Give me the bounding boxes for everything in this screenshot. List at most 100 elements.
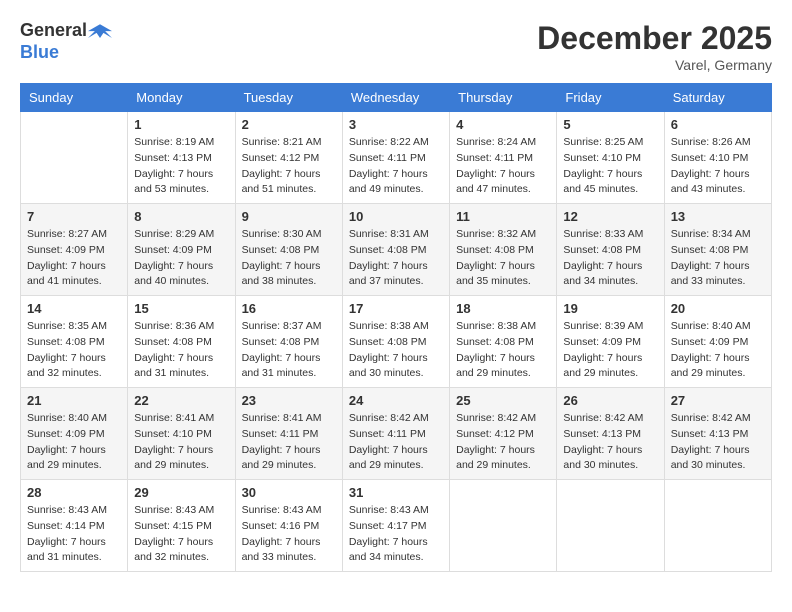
table-row: 1 Sunrise: 8:19 AM Sunset: 4:13 PM Dayli… xyxy=(128,112,235,204)
day-number: 18 xyxy=(456,301,550,316)
sunset-text: Sunset: 4:15 PM xyxy=(134,520,212,532)
daylight-text: Daylight: 7 hours and 43 minutes. xyxy=(671,168,750,196)
calendar-week-4: 21 Sunrise: 8:40 AM Sunset: 4:09 PM Dayl… xyxy=(21,388,772,480)
sunset-text: Sunset: 4:14 PM xyxy=(27,520,105,532)
sunrise-text: Sunrise: 8:21 AM xyxy=(242,136,322,148)
sunset-text: Sunset: 4:09 PM xyxy=(27,244,105,256)
sunset-text: Sunset: 4:17 PM xyxy=(349,520,427,532)
logo-blue: Blue xyxy=(20,42,59,62)
sunrise-text: Sunrise: 8:37 AM xyxy=(242,320,322,332)
sunrise-text: Sunrise: 8:42 AM xyxy=(456,412,536,424)
sunrise-text: Sunrise: 8:26 AM xyxy=(671,136,751,148)
day-info: Sunrise: 8:40 AM Sunset: 4:09 PM Dayligh… xyxy=(27,411,121,474)
day-number: 17 xyxy=(349,301,443,316)
sunrise-text: Sunrise: 8:27 AM xyxy=(27,228,107,240)
day-number: 9 xyxy=(242,209,336,224)
day-info: Sunrise: 8:43 AM Sunset: 4:14 PM Dayligh… xyxy=(27,503,121,566)
sunrise-text: Sunrise: 8:34 AM xyxy=(671,228,751,240)
sunrise-text: Sunrise: 8:43 AM xyxy=(349,504,429,516)
sunset-text: Sunset: 4:08 PM xyxy=(456,244,534,256)
sunrise-text: Sunrise: 8:38 AM xyxy=(349,320,429,332)
day-number: 5 xyxy=(563,117,657,132)
day-number: 3 xyxy=(349,117,443,132)
sunset-text: Sunset: 4:11 PM xyxy=(349,428,426,440)
sunrise-text: Sunrise: 8:42 AM xyxy=(671,412,751,424)
day-info: Sunrise: 8:27 AM Sunset: 4:09 PM Dayligh… xyxy=(27,227,121,290)
table-row: 16 Sunrise: 8:37 AM Sunset: 4:08 PM Dayl… xyxy=(235,296,342,388)
sunset-text: Sunset: 4:12 PM xyxy=(242,152,320,164)
header-sunday: Sunday xyxy=(21,84,128,112)
day-info: Sunrise: 8:41 AM Sunset: 4:11 PM Dayligh… xyxy=(242,411,336,474)
sunrise-text: Sunrise: 8:39 AM xyxy=(563,320,643,332)
day-info: Sunrise: 8:24 AM Sunset: 4:11 PM Dayligh… xyxy=(456,135,550,198)
calendar-table: Sunday Monday Tuesday Wednesday Thursday… xyxy=(20,83,772,572)
table-row xyxy=(664,480,771,572)
day-info: Sunrise: 8:43 AM Sunset: 4:16 PM Dayligh… xyxy=(242,503,336,566)
table-row: 20 Sunrise: 8:40 AM Sunset: 4:09 PM Dayl… xyxy=(664,296,771,388)
daylight-text: Daylight: 7 hours and 53 minutes. xyxy=(134,168,213,196)
table-row: 5 Sunrise: 8:25 AM Sunset: 4:10 PM Dayli… xyxy=(557,112,664,204)
sunrise-text: Sunrise: 8:30 AM xyxy=(242,228,322,240)
header-thursday: Thursday xyxy=(450,84,557,112)
sunset-text: Sunset: 4:11 PM xyxy=(242,428,319,440)
day-info: Sunrise: 8:39 AM Sunset: 4:09 PM Dayligh… xyxy=(563,319,657,382)
day-info: Sunrise: 8:26 AM Sunset: 4:10 PM Dayligh… xyxy=(671,135,765,198)
table-row: 28 Sunrise: 8:43 AM Sunset: 4:14 PM Dayl… xyxy=(21,480,128,572)
daylight-text: Daylight: 7 hours and 37 minutes. xyxy=(349,260,428,288)
day-number: 16 xyxy=(242,301,336,316)
daylight-text: Daylight: 7 hours and 32 minutes. xyxy=(27,352,106,380)
table-row: 3 Sunrise: 8:22 AM Sunset: 4:11 PM Dayli… xyxy=(342,112,449,204)
table-row: 19 Sunrise: 8:39 AM Sunset: 4:09 PM Dayl… xyxy=(557,296,664,388)
sunset-text: Sunset: 4:10 PM xyxy=(671,152,749,164)
logo: General Blue xyxy=(20,20,113,63)
daylight-text: Daylight: 7 hours and 29 minutes. xyxy=(349,444,428,472)
sunset-text: Sunset: 4:16 PM xyxy=(242,520,320,532)
day-info: Sunrise: 8:42 AM Sunset: 4:13 PM Dayligh… xyxy=(671,411,765,474)
day-info: Sunrise: 8:35 AM Sunset: 4:08 PM Dayligh… xyxy=(27,319,121,382)
day-number: 26 xyxy=(563,393,657,408)
header-monday: Monday xyxy=(128,84,235,112)
table-row: 15 Sunrise: 8:36 AM Sunset: 4:08 PM Dayl… xyxy=(128,296,235,388)
daylight-text: Daylight: 7 hours and 49 minutes. xyxy=(349,168,428,196)
day-number: 11 xyxy=(456,209,550,224)
table-row: 29 Sunrise: 8:43 AM Sunset: 4:15 PM Dayl… xyxy=(128,480,235,572)
day-number: 19 xyxy=(563,301,657,316)
page-header: General Blue December 2025 Varel, German… xyxy=(20,20,772,73)
sunset-text: Sunset: 4:09 PM xyxy=(671,336,749,348)
sunset-text: Sunset: 4:08 PM xyxy=(242,244,320,256)
day-number: 14 xyxy=(27,301,121,316)
sunset-text: Sunset: 4:09 PM xyxy=(563,336,641,348)
daylight-text: Daylight: 7 hours and 29 minutes. xyxy=(456,352,535,380)
sunrise-text: Sunrise: 8:40 AM xyxy=(27,412,107,424)
sunrise-text: Sunrise: 8:38 AM xyxy=(456,320,536,332)
day-info: Sunrise: 8:38 AM Sunset: 4:08 PM Dayligh… xyxy=(349,319,443,382)
day-number: 12 xyxy=(563,209,657,224)
daylight-text: Daylight: 7 hours and 29 minutes. xyxy=(134,444,213,472)
daylight-text: Daylight: 7 hours and 31 minutes. xyxy=(27,536,106,564)
sunrise-text: Sunrise: 8:31 AM xyxy=(349,228,429,240)
day-number: 15 xyxy=(134,301,228,316)
day-info: Sunrise: 8:42 AM Sunset: 4:13 PM Dayligh… xyxy=(563,411,657,474)
sunset-text: Sunset: 4:13 PM xyxy=(134,152,212,164)
day-number: 25 xyxy=(456,393,550,408)
title-block: December 2025 Varel, Germany xyxy=(537,20,772,73)
header-saturday: Saturday xyxy=(664,84,771,112)
table-row: 22 Sunrise: 8:41 AM Sunset: 4:10 PM Dayl… xyxy=(128,388,235,480)
daylight-text: Daylight: 7 hours and 51 minutes. xyxy=(242,168,321,196)
table-row: 30 Sunrise: 8:43 AM Sunset: 4:16 PM Dayl… xyxy=(235,480,342,572)
sunset-text: Sunset: 4:11 PM xyxy=(456,152,533,164)
daylight-text: Daylight: 7 hours and 29 minutes. xyxy=(563,352,642,380)
day-info: Sunrise: 8:42 AM Sunset: 4:11 PM Dayligh… xyxy=(349,411,443,474)
calendar-week-5: 28 Sunrise: 8:43 AM Sunset: 4:14 PM Dayl… xyxy=(21,480,772,572)
daylight-text: Daylight: 7 hours and 34 minutes. xyxy=(563,260,642,288)
day-number: 29 xyxy=(134,485,228,500)
calendar-week-3: 14 Sunrise: 8:35 AM Sunset: 4:08 PM Dayl… xyxy=(21,296,772,388)
day-number: 28 xyxy=(27,485,121,500)
location: Varel, Germany xyxy=(537,57,772,73)
day-number: 20 xyxy=(671,301,765,316)
sunrise-text: Sunrise: 8:35 AM xyxy=(27,320,107,332)
daylight-text: Daylight: 7 hours and 30 minutes. xyxy=(349,352,428,380)
table-row xyxy=(557,480,664,572)
header-friday: Friday xyxy=(557,84,664,112)
day-number: 24 xyxy=(349,393,443,408)
